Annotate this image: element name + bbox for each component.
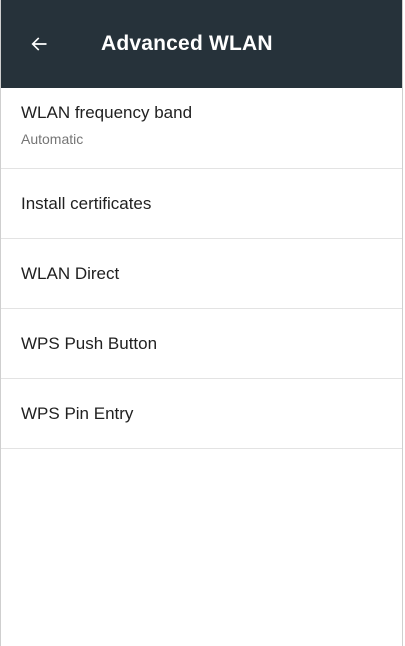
setting-install-certificates[interactable]: Install certificates xyxy=(1,169,402,239)
setting-wps-push-button[interactable]: WPS Push Button xyxy=(1,309,402,379)
app-toolbar: Advanced WLAN xyxy=(1,0,402,88)
arrow-left-icon xyxy=(31,37,47,51)
setting-summary: Automatic xyxy=(21,131,84,147)
back-button[interactable] xyxy=(15,20,63,68)
settings-list: WLAN frequency band Automatic Install ce… xyxy=(1,88,402,449)
setting-title: WPS Push Button xyxy=(21,334,158,353)
setting-title: WPS Pin Entry xyxy=(21,404,134,423)
setting-wlan-direct[interactable]: WLAN Direct xyxy=(1,239,402,309)
setting-wlan-frequency-band[interactable]: WLAN frequency band Automatic xyxy=(1,88,402,169)
page-title: Advanced WLAN xyxy=(101,32,273,55)
setting-title: WLAN frequency band xyxy=(21,103,193,122)
setting-title: Install certificates xyxy=(21,194,152,213)
setting-title: WLAN Direct xyxy=(21,264,120,283)
advanced-wlan-screen: Advanced WLAN WLAN frequency band Automa… xyxy=(0,0,403,646)
setting-wps-pin-entry[interactable]: WPS Pin Entry xyxy=(1,379,402,449)
